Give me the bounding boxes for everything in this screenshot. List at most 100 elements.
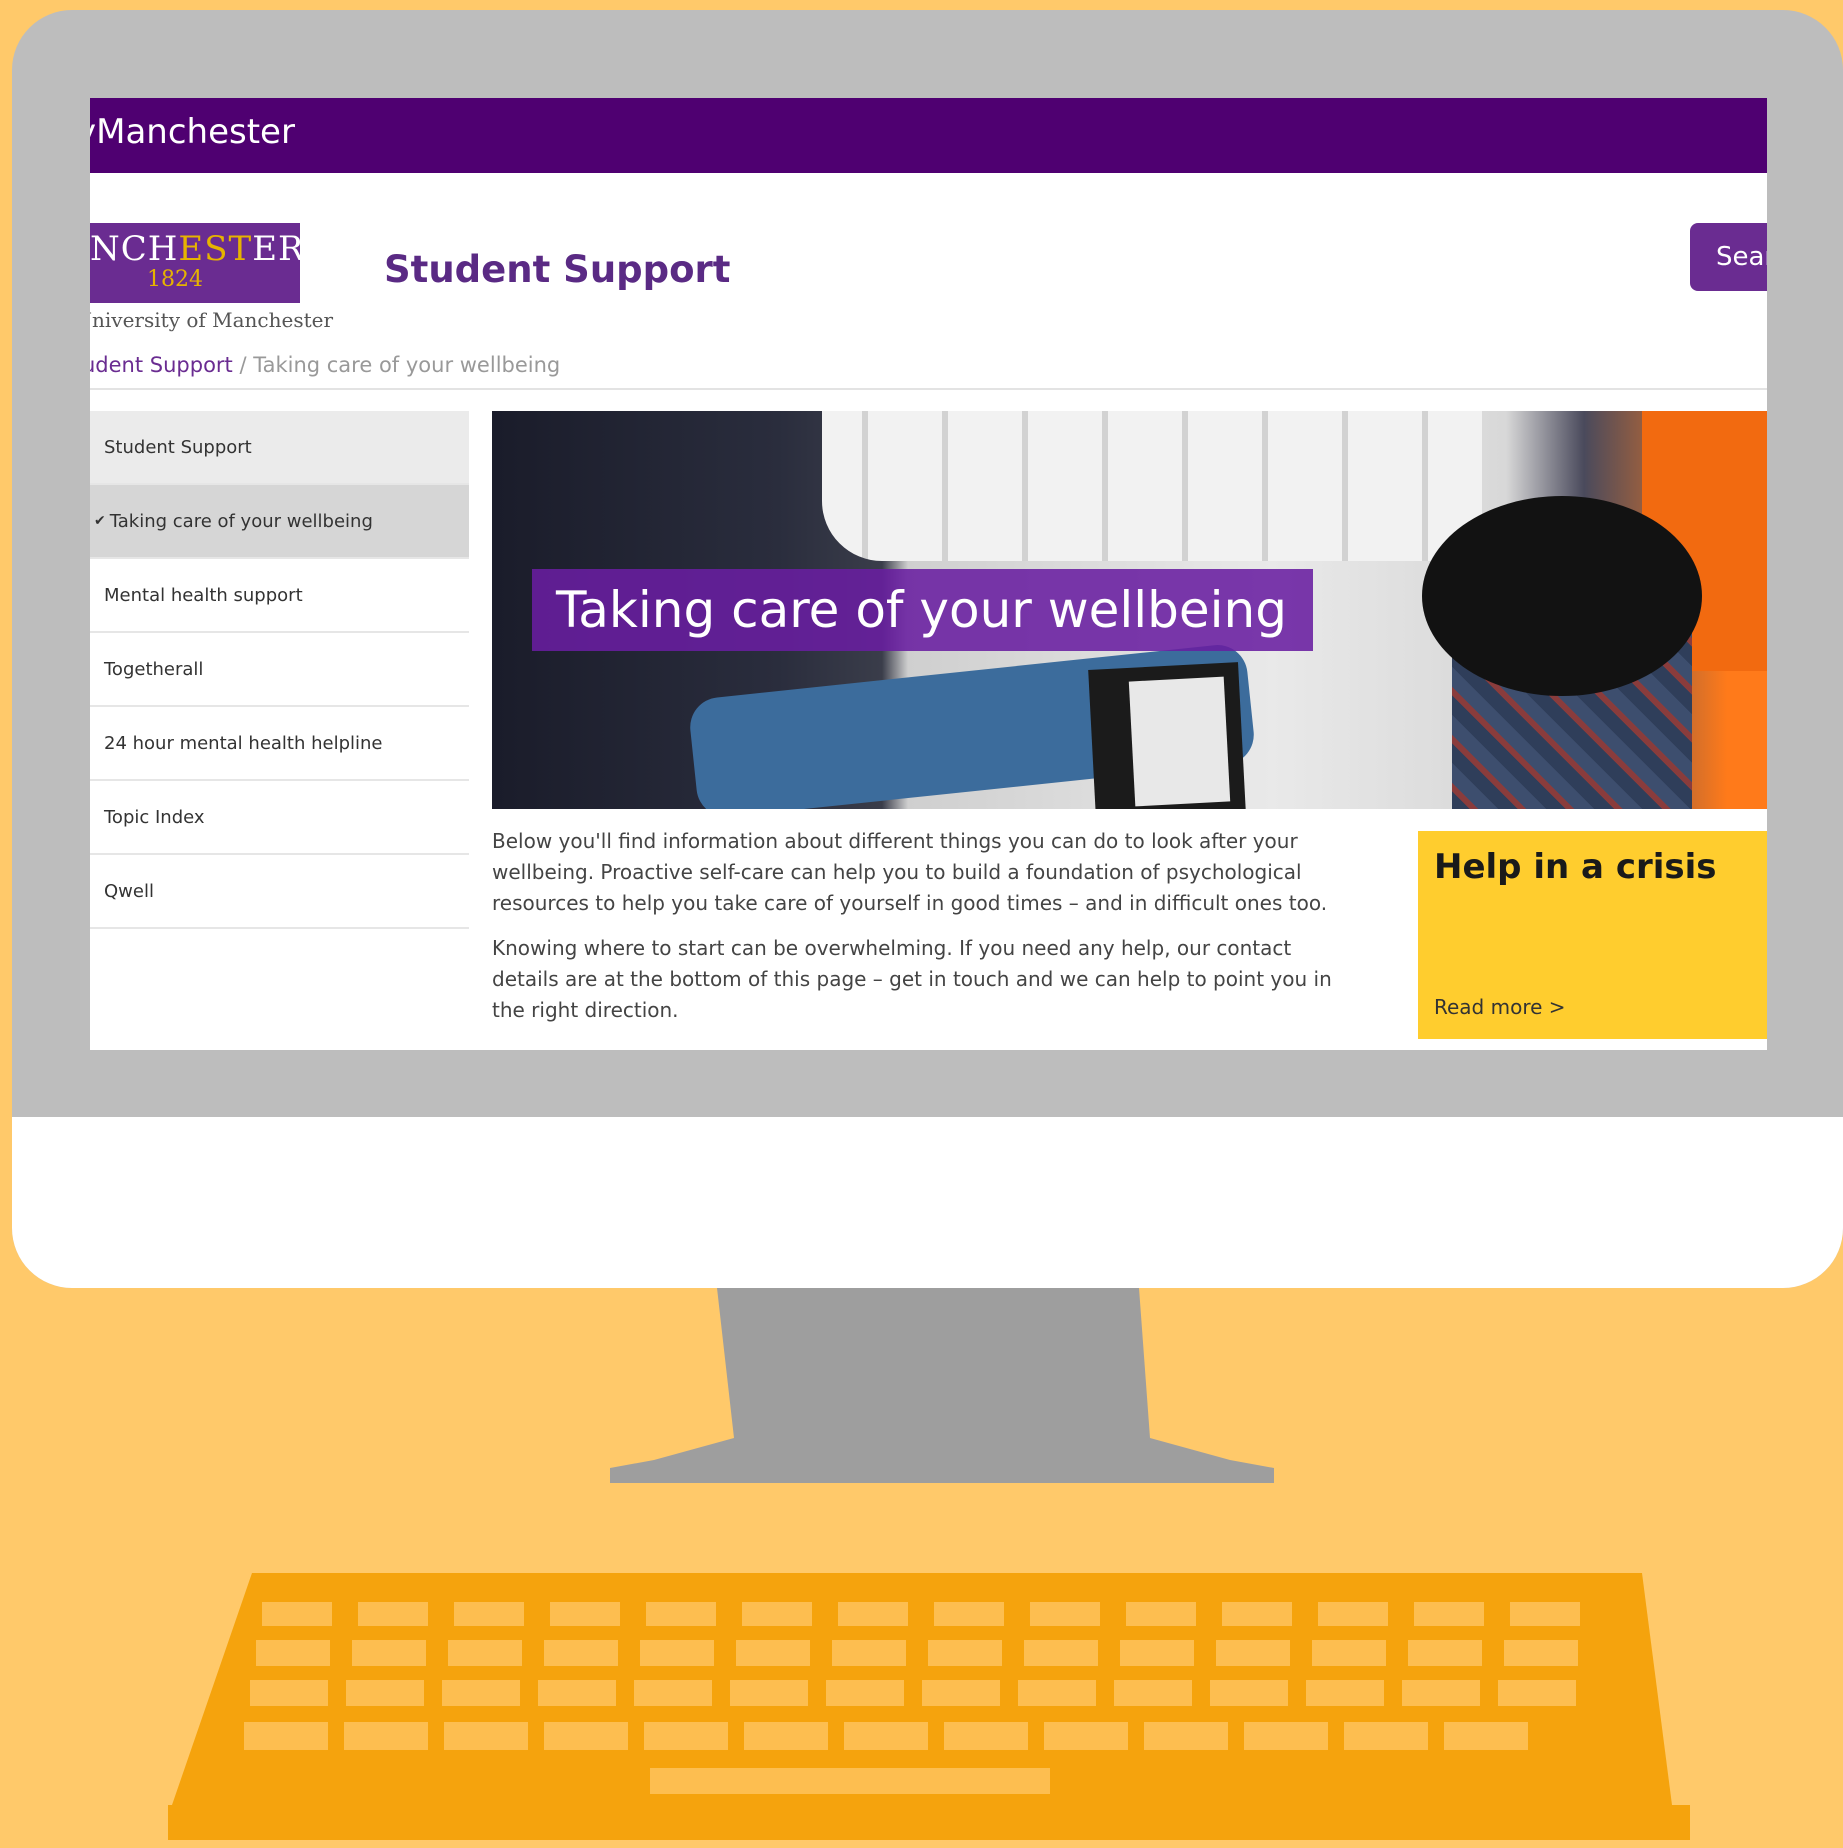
keyboard-key <box>1504 1640 1578 1666</box>
monitor-stand <box>610 1288 1274 1483</box>
keyboard-key <box>742 1602 812 1626</box>
university-logo[interactable]: IANCHESTER 1824 <box>90 223 305 303</box>
browser-screen: yManchester IANCHESTER 1824 Jniversity o… <box>90 98 1767 1050</box>
keyboard-key <box>1498 1680 1576 1706</box>
sidebar-item-student-support[interactable]: Student Support <box>90 411 469 485</box>
keyboard-key <box>550 1602 620 1626</box>
keyboard-key <box>454 1602 524 1626</box>
sidebar-item-label: Student Support <box>104 436 252 458</box>
keyboard-key <box>1414 1602 1484 1626</box>
sidebar-item-mental-health[interactable]: Mental health support <box>90 559 469 633</box>
keyboard-key <box>1510 1602 1580 1626</box>
keyboard-key <box>256 1640 330 1666</box>
keyboard-key <box>1024 1640 1098 1666</box>
hero-pillow <box>822 411 1482 561</box>
keyboard-key <box>934 1602 1004 1626</box>
sidebar-item-label: Qwell <box>104 880 154 902</box>
keyboard-key <box>634 1680 712 1706</box>
hero-title: Taking care of your wellbeing <box>532 569 1313 651</box>
monitor-chin <box>12 1117 1843 1288</box>
keyboard-key <box>844 1722 928 1750</box>
keyboard-key <box>744 1722 828 1750</box>
keyboard-key <box>544 1640 618 1666</box>
breadcrumb-current: Taking care of your wellbeing <box>253 353 561 377</box>
sidebar-item-topic-index[interactable]: Topic Index <box>90 781 469 855</box>
keyboard-key <box>1222 1602 1292 1626</box>
sidebar-item-helpline[interactable]: 24 hour mental health helpline <box>90 707 469 781</box>
keyboard-key <box>250 1680 328 1706</box>
keyboard-key <box>640 1640 714 1666</box>
keyboard-key <box>244 1722 328 1750</box>
search-button[interactable]: Searc <box>1690 223 1767 291</box>
keyboard-key <box>736 1640 810 1666</box>
breadcrumb-link[interactable]: udent Support <box>90 353 233 377</box>
keyboard-key <box>1344 1722 1428 1750</box>
monitor: yManchester IANCHESTER 1824 Jniversity o… <box>12 10 1843 1288</box>
keyboard-key <box>538 1680 616 1706</box>
keyboard-key <box>1244 1722 1328 1750</box>
keyboard-key <box>1402 1680 1480 1706</box>
intro-paragraph-1: Below you'll find information about diff… <box>492 829 1328 915</box>
sidebar-item-label: Mental health support <box>104 584 303 606</box>
keyboard-key <box>352 1640 426 1666</box>
hero-hair <box>1422 496 1702 696</box>
keyboard-key <box>1120 1640 1194 1666</box>
keyboard-key <box>1408 1640 1482 1666</box>
keyboard-key <box>1126 1602 1196 1626</box>
sidebar-item-qwell[interactable]: Qwell <box>90 855 469 929</box>
keyboard-key <box>346 1680 424 1706</box>
keyboard-key <box>1018 1680 1096 1706</box>
crisis-title: Help in a crisis <box>1434 847 1717 887</box>
intro-text: Below you'll find information about diff… <box>492 826 1342 1040</box>
section-title[interactable]: Student Support <box>384 248 730 291</box>
keyboard-front <box>168 1805 1690 1840</box>
logo-caption: Jniversity of Manchester <box>90 308 334 332</box>
read-more-link[interactable]: Read more > <box>1434 995 1566 1019</box>
keyboard-spacebar <box>650 1768 1050 1794</box>
current-page-mark-icon: ✔ <box>94 513 106 529</box>
intro-paragraph-2: Knowing where to start can be overwhelmi… <box>492 936 1332 1022</box>
keyboard-key <box>344 1722 428 1750</box>
keyboard-key <box>832 1640 906 1666</box>
keyboard-key <box>1030 1602 1100 1626</box>
hero-tablet-screen <box>1128 676 1231 807</box>
breadcrumb: udent Support / Taking care of your well… <box>90 353 560 377</box>
crisis-box[interactable]: Help in a crisis Read more > <box>1418 831 1767 1039</box>
sidebar-item-label: Topic Index <box>104 806 205 828</box>
keyboard-key <box>1444 1722 1528 1750</box>
keyboard-key <box>1044 1722 1128 1750</box>
sidebar-item-togetherall[interactable]: Togetherall <box>90 633 469 707</box>
keyboard-key <box>1216 1640 1290 1666</box>
keyboard-key <box>544 1722 628 1750</box>
keyboard-key <box>1318 1602 1388 1626</box>
keyboard-key <box>448 1640 522 1666</box>
header-divider <box>90 388 1767 390</box>
keyboard-key <box>358 1602 428 1626</box>
keyboard-key <box>644 1722 728 1750</box>
sidebar-item-wellbeing[interactable]: ✔ Taking care of your wellbeing <box>90 485 469 559</box>
keyboard-key <box>928 1640 1002 1666</box>
logo-wordmark: IANCHESTER <box>90 229 305 269</box>
keyboard-key <box>444 1722 528 1750</box>
keyboard-key <box>944 1722 1028 1750</box>
top-bar: yManchester <box>90 98 1767 173</box>
keyboard-key <box>922 1680 1000 1706</box>
keyboard-key <box>1210 1680 1288 1706</box>
keyboard-key <box>838 1602 908 1626</box>
logo-year: 1824 <box>147 267 203 292</box>
sidebar-item-label: Togetherall <box>104 658 204 680</box>
keyboard-key <box>1312 1640 1386 1666</box>
keyboard-key <box>262 1602 332 1626</box>
site-name[interactable]: yManchester <box>90 112 295 152</box>
keyboard-key <box>646 1602 716 1626</box>
hero-image: Taking care of your wellbeing <box>492 411 1767 809</box>
breadcrumb-separator: / <box>232 353 254 377</box>
sidebar-item-label: Taking care of your wellbeing <box>109 510 373 532</box>
keyboard-key <box>442 1680 520 1706</box>
sidebar-nav: Student Support ✔ Taking care of your wel… <box>90 411 469 929</box>
keyboard-key <box>826 1680 904 1706</box>
keyboard-key <box>1144 1722 1228 1750</box>
keyboard-key <box>1114 1680 1192 1706</box>
sidebar-item-label: 24 hour mental health helpline <box>104 732 383 754</box>
keyboard-key <box>730 1680 808 1706</box>
